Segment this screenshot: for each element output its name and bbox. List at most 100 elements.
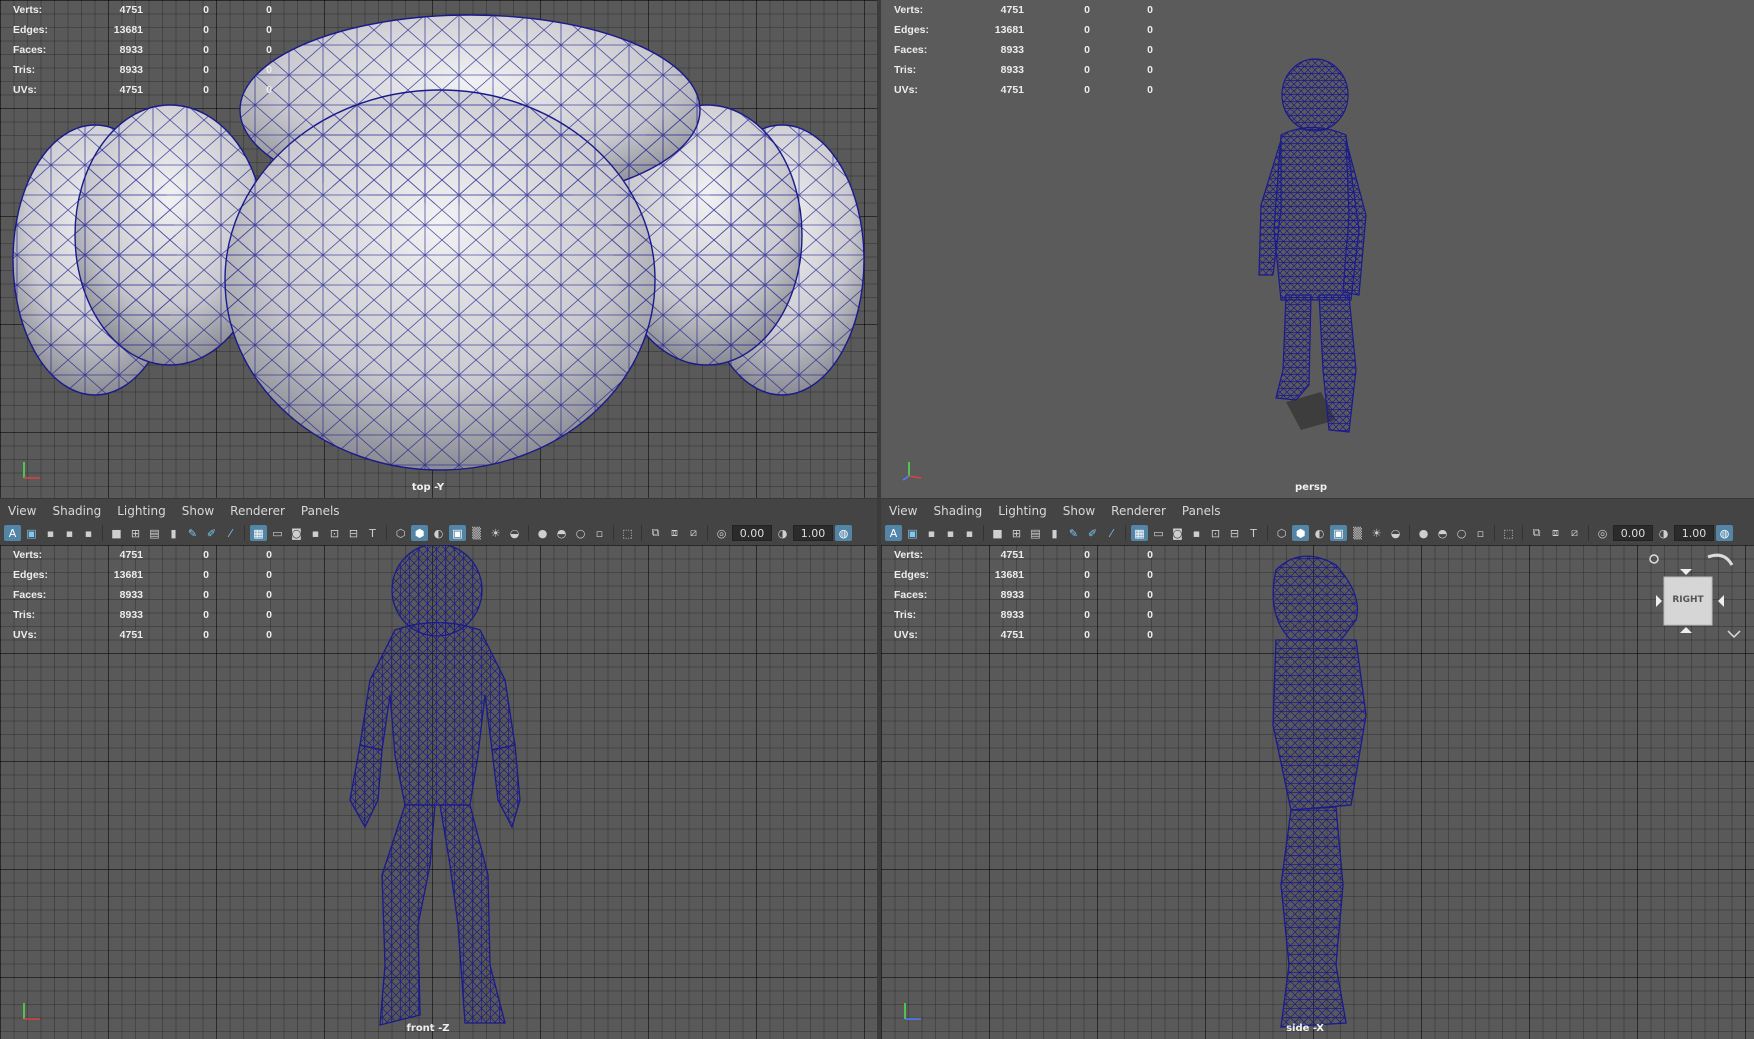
- grid-icon[interactable]: ▦: [1131, 525, 1148, 541]
- lock-cam-icon[interactable]: ▪: [42, 525, 59, 541]
- hud-label: Tris:: [13, 64, 36, 76]
- frame-icon[interactable]: ⊟: [345, 525, 362, 541]
- viewport-persp[interactable]: Verts: 4751 0 0 Edges: 13681 0 0 Faces: 8933 0 0 Tri…: [881, 0, 1754, 498]
- axis-gizmo-icon: [23, 462, 40, 479]
- gate-icon[interactable]: ◙: [288, 525, 305, 541]
- menu-view[interactable]: View: [0, 504, 44, 520]
- motion-icon[interactable]: ◓: [1434, 525, 1451, 541]
- grid-icon[interactable]: ▦: [250, 525, 267, 541]
- smooth-icon[interactable]: ◐: [430, 525, 447, 541]
- brush-icon[interactable]: ⁄: [222, 525, 239, 541]
- xray-joint-icon[interactable]: ⧈: [666, 525, 683, 541]
- wire-icon[interactable]: ⬡: [1273, 525, 1290, 541]
- bookmark2-icon[interactable]: ▮: [1046, 525, 1063, 541]
- texture-icon[interactable]: ▒: [468, 525, 485, 541]
- color-mgmt-icon[interactable]: ◍: [1716, 525, 1733, 541]
- safe-icon[interactable]: ⊡: [326, 525, 343, 541]
- wire-icon[interactable]: ⬡: [392, 525, 409, 541]
- bookmark-icon[interactable]: ▪: [942, 525, 959, 541]
- shadow-icon[interactable]: ◒: [1387, 525, 1404, 541]
- xray-icon[interactable]: ⧉: [1528, 525, 1545, 541]
- light-icon[interactable]: ☀: [1368, 525, 1385, 541]
- camera-attr-icon[interactable]: ▣: [23, 525, 40, 541]
- film-gate-icon[interactable]: ⊞: [1008, 525, 1025, 541]
- menu-renderer[interactable]: Renderer: [222, 504, 293, 520]
- film-icon[interactable]: ▭: [1150, 525, 1167, 541]
- menu-lighting[interactable]: Lighting: [990, 504, 1055, 520]
- shaded-icon[interactable]: ⬢: [1292, 525, 1309, 541]
- pencil-icon[interactable]: ✎: [1065, 525, 1082, 541]
- exposure-field[interactable]: 0.00: [1613, 525, 1653, 541]
- light-icon[interactable]: ☀: [487, 525, 504, 541]
- bookmark-icon[interactable]: ▪: [61, 525, 78, 541]
- texture-icon[interactable]: ▒: [1349, 525, 1366, 541]
- hud-value: 8933: [119, 44, 143, 56]
- dark-icon[interactable]: ▪: [1188, 525, 1205, 541]
- backface-icon[interactable]: ⧄: [685, 525, 702, 541]
- motion-icon[interactable]: ◓: [553, 525, 570, 541]
- menu-show[interactable]: Show: [174, 504, 222, 520]
- menu-panels[interactable]: Panels: [1174, 504, 1229, 520]
- xray-joint-icon[interactable]: ⧈: [1547, 525, 1564, 541]
- menu-panels[interactable]: Panels: [293, 504, 348, 520]
- gamma-icon[interactable]: ◑: [774, 525, 791, 541]
- ao-icon[interactable]: ●: [1415, 525, 1432, 541]
- exposure-icon[interactable]: ◎: [713, 525, 730, 541]
- aa-icon[interactable]: ○: [572, 525, 589, 541]
- isolate-icon[interactable]: ⬚: [1500, 525, 1517, 541]
- text-icon[interactable]: T: [364, 525, 381, 541]
- menu-lighting[interactable]: Lighting: [109, 504, 174, 520]
- exposure-field[interactable]: 0.00: [732, 525, 772, 541]
- isolate-icon[interactable]: ⬚: [619, 525, 636, 541]
- dof-icon[interactable]: ▫: [1472, 525, 1489, 541]
- view-cube[interactable]: RIGHT: [1646, 551, 1746, 647]
- menu-view[interactable]: View: [881, 504, 925, 520]
- camera-attr-icon[interactable]: ▣: [904, 525, 921, 541]
- hud-row: Edges: 13681 0 0: [881, 565, 1153, 585]
- pencil-icon[interactable]: ✎: [184, 525, 201, 541]
- lock-cam-icon[interactable]: ▪: [923, 525, 940, 541]
- film-gate-icon[interactable]: ⊞: [127, 525, 144, 541]
- menu-show[interactable]: Show: [1055, 504, 1103, 520]
- film-icon[interactable]: ▭: [269, 525, 286, 541]
- xray-icon[interactable]: ⧉: [647, 525, 664, 541]
- pin-icon[interactable]: ✐: [203, 525, 220, 541]
- brush-icon[interactable]: ⁄: [1103, 525, 1120, 541]
- frame-icon[interactable]: ⊟: [1226, 525, 1243, 541]
- select-tool-icon[interactable]: A: [4, 525, 21, 541]
- shadow-icon[interactable]: ◒: [506, 525, 523, 541]
- menu-shading[interactable]: Shading: [44, 504, 109, 520]
- pin-icon[interactable]: ✐: [1084, 525, 1101, 541]
- resolution-icon[interactable]: ▤: [1027, 525, 1044, 541]
- camera-icon[interactable]: ■: [989, 525, 1006, 541]
- resolution-icon[interactable]: ▤: [146, 525, 163, 541]
- wireonshaded-icon[interactable]: ▣: [449, 525, 466, 541]
- backface-icon[interactable]: ⧄: [1566, 525, 1583, 541]
- exposure-icon[interactable]: ◎: [1594, 525, 1611, 541]
- text-icon[interactable]: T: [1245, 525, 1262, 541]
- menu-shading[interactable]: Shading: [925, 504, 990, 520]
- wireonshaded-icon[interactable]: ▣: [1330, 525, 1347, 541]
- smooth-icon[interactable]: ◐: [1311, 525, 1328, 541]
- aa-icon[interactable]: ○: [1453, 525, 1470, 541]
- select-tool-icon[interactable]: A: [885, 525, 902, 541]
- safe-icon[interactable]: ⊡: [1207, 525, 1224, 541]
- shaded-icon[interactable]: ⬢: [411, 525, 428, 541]
- gate-icon[interactable]: ◙: [1169, 525, 1186, 541]
- grid-snap-icon[interactable]: ▪: [961, 525, 978, 541]
- camera-icon[interactable]: ■: [108, 525, 125, 541]
- dark-icon[interactable]: ▪: [307, 525, 324, 541]
- menu-renderer[interactable]: Renderer: [1103, 504, 1174, 520]
- hud-value: 8933: [119, 589, 143, 601]
- dof-icon[interactable]: ▫: [591, 525, 608, 541]
- viewport-side[interactable]: Verts: 4751 0 0 Edges: 13681 0 0 Faces: 8933 0 0 Tri…: [881, 545, 1754, 1039]
- viewport-top[interactable]: Verts: 4751 0 0 Edges: 13681 0 0 Faces: 8933 0 0 Tri…: [0, 0, 877, 498]
- color-mgmt-icon[interactable]: ◍: [835, 525, 852, 541]
- bookmark2-icon[interactable]: ▮: [165, 525, 182, 541]
- gamma-field[interactable]: 1.00: [793, 525, 833, 541]
- ao-icon[interactable]: ●: [534, 525, 551, 541]
- viewport-front[interactable]: Verts: 4751 0 0 Edges: 13681 0 0 Faces: 8933 0 0 Tri…: [0, 545, 877, 1039]
- grid-snap-icon[interactable]: ▪: [80, 525, 97, 541]
- gamma-field[interactable]: 1.00: [1674, 525, 1714, 541]
- gamma-icon[interactable]: ◑: [1655, 525, 1672, 541]
